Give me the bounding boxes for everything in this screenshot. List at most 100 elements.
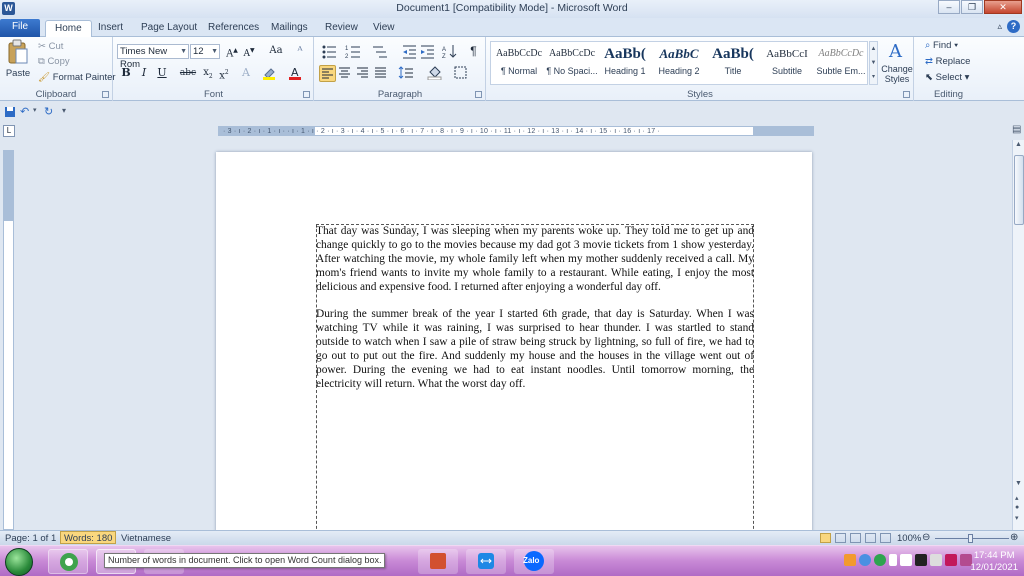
keyboard-icon[interactable]: [930, 554, 942, 566]
zalo-taskbar-button[interactable]: Zalo: [514, 549, 554, 574]
font-size-combo[interactable]: 12 ▼: [190, 44, 220, 59]
outline-icon[interactable]: [865, 533, 876, 543]
view-ruler-icon[interactable]: ▤: [1012, 124, 1021, 135]
align-left-button[interactable]: [319, 65, 336, 82]
text-box[interactable]: That day was Sunday, I was sleeping when…: [316, 224, 754, 544]
shrink-font-button[interactable]: A▼: [241, 43, 257, 59]
vertical-scrollbar[interactable]: ▲ ▼ ▴ ● ▾: [1012, 140, 1024, 530]
select-button[interactable]: ⬉ Select ▾: [925, 72, 969, 83]
borders-button[interactable]: [453, 65, 470, 82]
tab-page-layout[interactable]: Page Layout: [141, 20, 197, 37]
styles-launcher-icon[interactable]: [903, 91, 910, 98]
format-painter-button[interactable]: 🖌 Format Painter: [38, 72, 116, 83]
style-normal[interactable]: AaBbCcDc ¶ Normal: [492, 42, 546, 82]
save-icon[interactable]: [4, 106, 16, 118]
zoom-slider-thumb[interactable]: [968, 534, 973, 543]
close-button[interactable]: ✕: [984, 0, 1022, 14]
paragraph-launcher-icon[interactable]: [475, 91, 482, 98]
multilevel-list-button[interactable]: [371, 43, 388, 60]
clipboard-launcher-icon[interactable]: [102, 91, 109, 98]
underline-button[interactable]: U: [154, 65, 170, 81]
teamviewer-taskbar-button[interactable]: [466, 549, 506, 574]
next-page-icon[interactable]: ▾: [1015, 514, 1019, 522]
paragraph-1[interactable]: That day was Sunday, I was sleeping when…: [316, 225, 754, 295]
tab-references[interactable]: References: [208, 20, 259, 37]
minimize-button[interactable]: –: [938, 0, 960, 14]
align-center-button[interactable]: [337, 65, 354, 82]
tab-view[interactable]: View: [373, 20, 395, 37]
maximize-button[interactable]: ❐: [961, 0, 983, 14]
increase-indent-button[interactable]: [419, 43, 436, 60]
scrollbar-thumb[interactable]: [1014, 155, 1024, 225]
style-heading-2[interactable]: AaBbC Heading 2: [652, 42, 706, 82]
line-spacing-button[interactable]: [397, 65, 414, 82]
highlight-color-button[interactable]: [262, 66, 276, 80]
style-subtitle[interactable]: AaBbCcI Subtitle: [760, 42, 814, 82]
strikethrough-button[interactable]: abc: [178, 65, 198, 81]
customize-toolbar-icon[interactable]: ▾: [62, 106, 66, 115]
chrome-taskbar-button[interactable]: [48, 549, 88, 574]
tab-review[interactable]: Review: [325, 20, 358, 37]
previous-page-icon[interactable]: ▴: [1015, 494, 1019, 502]
sort-button[interactable]: AZ: [441, 43, 458, 60]
tab-home[interactable]: Home: [45, 20, 92, 38]
tray-app-icon[interactable]: [844, 554, 856, 566]
clear-formatting-icon[interactable]: ᴬ: [292, 43, 308, 59]
help-icon[interactable]: ?: [1007, 20, 1020, 33]
change-case-button[interactable]: Aa: [265, 43, 287, 59]
change-styles-button[interactable]: A Change Styles: [880, 39, 914, 87]
vertical-ruler[interactable]: [3, 150, 14, 530]
find-button[interactable]: ⌕ Find ▾: [925, 40, 958, 51]
chevron-down-icon[interactable]: ▾: [33, 106, 37, 114]
grow-font-button[interactable]: A▲: [224, 43, 240, 59]
show-formatting-marks-icon[interactable]: ¶: [465, 43, 482, 60]
clock[interactable]: 17:44 PM 12/01/2021: [970, 550, 1018, 574]
decrease-indent-button[interactable]: [401, 43, 418, 60]
bold-button[interactable]: B: [118, 65, 134, 81]
volume-icon[interactable]: [889, 554, 897, 566]
word-app-icon[interactable]: W: [2, 2, 15, 15]
shield-icon[interactable]: [874, 554, 886, 566]
align-right-button[interactable]: [355, 65, 372, 82]
powerpoint-taskbar-button[interactable]: [418, 549, 458, 574]
scroll-down-icon[interactable]: ▼: [1015, 480, 1022, 487]
replace-button[interactable]: ⇄ Replace: [925, 56, 970, 67]
tab-mailings[interactable]: Mailings: [271, 20, 308, 37]
superscript-button[interactable]: x2: [216, 65, 232, 81]
web-layout-icon[interactable]: [850, 533, 861, 543]
minimize-ribbon-icon[interactable]: ▵: [997, 21, 1002, 32]
cut-button[interactable]: ✂ Cut: [38, 41, 63, 52]
zoom-out-icon[interactable]: ⊖: [922, 532, 930, 543]
text-effects-icon[interactable]: A: [238, 65, 254, 81]
zoom-level[interactable]: 100%: [894, 532, 924, 545]
style-heading-1[interactable]: AaBb(Heading 1: [598, 42, 652, 82]
full-screen-reading-icon[interactable]: [835, 533, 846, 543]
font-launcher-icon[interactable]: [303, 91, 310, 98]
paragraph-2[interactable]: During the summer break of the year I st…: [316, 308, 754, 391]
draft-icon[interactable]: [880, 533, 891, 543]
style-no-spacing[interactable]: AaBbCcDc ¶ No Spaci...: [545, 42, 599, 82]
scroll-up-icon[interactable]: ▲: [1015, 141, 1022, 148]
word-count[interactable]: Words: 180: [60, 531, 117, 544]
font-color-button[interactable]: A: [288, 66, 302, 80]
subscript-button[interactable]: x2: [200, 65, 216, 81]
italic-button[interactable]: I: [136, 65, 152, 81]
tab-file[interactable]: File: [0, 19, 40, 37]
language-icon[interactable]: [945, 554, 957, 566]
battery-icon[interactable]: [915, 554, 927, 566]
chat-icon[interactable]: [859, 554, 871, 566]
font-name-combo[interactable]: Times New Rom ▼: [117, 44, 189, 70]
network-icon[interactable]: [900, 554, 912, 566]
start-button[interactable]: [5, 548, 33, 576]
style-subtle-emphasis[interactable]: AaBbCcDc Subtle Em...: [814, 42, 868, 82]
horizontal-ruler[interactable]: · 3 · ı · 2 · ı · 1 · ı · · ı · 1 · ı · …: [218, 126, 814, 136]
shading-button[interactable]: [427, 65, 444, 82]
tab-selector-icon[interactable]: L: [3, 125, 15, 137]
style-title[interactable]: AaBb(Title: [706, 42, 760, 82]
print-layout-icon[interactable]: [820, 533, 831, 543]
numbering-button[interactable]: 12: [345, 43, 362, 60]
tab-insert[interactable]: Insert: [98, 20, 123, 37]
justify-button[interactable]: [373, 65, 390, 82]
undo-icon[interactable]: ↶: [20, 105, 29, 118]
paste-button[interactable]: Paste: [4, 39, 32, 83]
